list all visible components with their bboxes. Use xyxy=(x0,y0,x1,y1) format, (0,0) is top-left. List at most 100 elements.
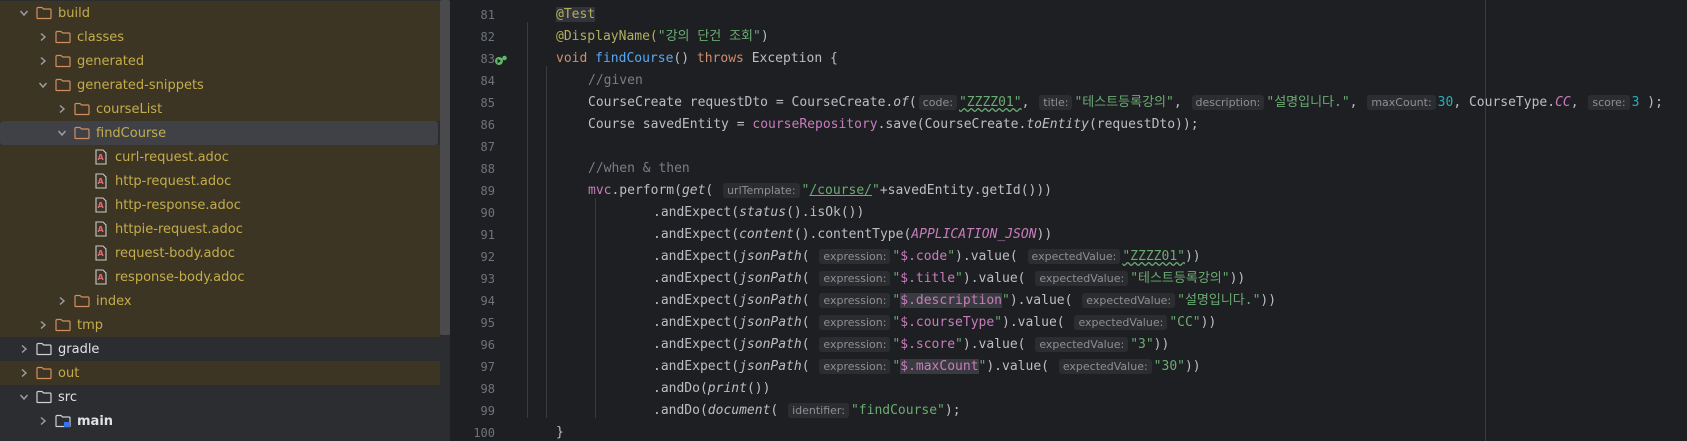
tree-item-label: index xyxy=(96,293,132,309)
code-text: ( xyxy=(705,183,722,198)
annotation: @Test xyxy=(556,7,596,22)
chevron-down-icon[interactable] xyxy=(16,389,32,405)
asciidoc-file-icon: A xyxy=(93,197,109,213)
code-text: ).value( xyxy=(955,249,1026,264)
code-line-82[interactable]: @DisplayName("강의 단건 조회") xyxy=(556,26,769,48)
chevron-right-icon[interactable] xyxy=(35,29,51,45)
code-text: , xyxy=(1173,95,1190,110)
svg-text:A: A xyxy=(98,249,105,258)
tree-item-label: generated-snippets xyxy=(77,77,204,93)
excluded-folder-icon xyxy=(55,29,71,45)
indent-guide xyxy=(546,66,547,418)
static-method: jsonPath xyxy=(739,271,802,286)
code-text: .andExpect( xyxy=(653,271,740,286)
code-text: ).value( xyxy=(1002,315,1073,330)
code-line-85[interactable]: CourseCreate requestDto = CourseCreate.o… xyxy=(588,92,1663,114)
tree-item-label: request-body.adoc xyxy=(115,245,235,261)
code-text: ().contentType( xyxy=(793,227,912,242)
line-number: 95 xyxy=(480,316,495,330)
tree-file-item[interactable]: Ahttpie-request.adoc xyxy=(0,217,440,241)
chevron-right-icon[interactable] xyxy=(35,317,51,333)
code-line-90[interactable]: .andExpect(status().isOk()) xyxy=(653,202,864,224)
field-reference: courseRepository xyxy=(752,117,878,132)
tree-folder-item[interactable]: findCourse xyxy=(0,121,438,145)
chevron-right-icon[interactable] xyxy=(54,293,70,309)
tree-folder-item[interactable]: out xyxy=(0,361,440,385)
code-text: )) xyxy=(1184,359,1201,374)
chevron-right-icon[interactable] xyxy=(16,341,32,357)
code-editor[interactable]: 81 82 83 84 85 86 87 88 89 90 91 92 93 94 95 96 97 98 99 10… xyxy=(450,0,1687,441)
code-text: .andDo( xyxy=(653,381,708,396)
excluded-folder-icon xyxy=(55,53,71,69)
code-text: )) xyxy=(1229,271,1246,286)
json-path: $.title xyxy=(900,271,956,286)
tree-file-item[interactable]: Aresponse-body.adoc xyxy=(0,265,440,289)
static-method: jsonPath xyxy=(739,249,802,264)
chevron-right-icon[interactable] xyxy=(35,413,51,429)
chevron-right-icon[interactable] xyxy=(54,101,70,117)
code-line-96[interactable]: .andExpect(jsonPath( expression: "$.score… xyxy=(653,334,1169,356)
tree-folder-item[interactable]: gradle xyxy=(0,337,440,361)
code-line-89[interactable]: mvc.perform(get( urlTemplate: "/course/"+… xyxy=(588,180,1052,202)
code-line-83[interactable]: void findCourse() throws Exception { xyxy=(556,48,838,70)
line-number: 86 xyxy=(480,118,495,132)
tree-folder-item[interactable]: generated-snippets xyxy=(0,73,440,97)
static-method: get xyxy=(681,183,706,198)
param-hint: expectedValue: xyxy=(1058,359,1152,374)
tree-file-item[interactable]: Ahttp-request.adoc xyxy=(0,169,440,193)
line-number: 92 xyxy=(480,250,495,264)
code-line-88[interactable]: //when & then xyxy=(588,158,690,180)
code-text: )) xyxy=(1153,337,1170,352)
field-reference: mvc xyxy=(588,183,612,198)
tree-folder-item[interactable]: tmp xyxy=(0,313,440,337)
run-test-gutter-icon[interactable] xyxy=(494,55,508,67)
code-line-98[interactable]: .andDo(print()) xyxy=(653,378,770,400)
string-literal: "설명입니다." xyxy=(1177,293,1261,308)
tree-file-item[interactable]: Arequest-body.adoc xyxy=(0,241,440,265)
tree-folder-item[interactable]: build xyxy=(0,1,440,25)
code-line-95[interactable]: .andExpect(jsonPath( expression: "$.cours… xyxy=(653,312,1216,334)
code-text: Course savedEntity = xyxy=(588,117,753,132)
static-method: status xyxy=(739,205,787,220)
param-hint: title: xyxy=(1039,95,1073,110)
code-line-81[interactable]: @Test xyxy=(556,4,596,26)
right-margin-guide xyxy=(1485,0,1486,441)
code-text: )) xyxy=(1036,227,1053,242)
code-line-91[interactable]: .andExpect(content().contentType(APPLICA… xyxy=(653,224,1052,246)
tree-item-label: gradle xyxy=(58,341,100,357)
tree-folder-item[interactable]: generated xyxy=(0,49,440,73)
code-line-84[interactable]: //given xyxy=(588,70,643,92)
excluded-folder-icon xyxy=(55,317,71,333)
chevron-right-icon[interactable] xyxy=(16,365,32,381)
code-line-93[interactable]: .andExpect(jsonPath( expression: "$.title… xyxy=(653,268,1245,290)
tree-file-item[interactable]: Ahttp-response.adoc xyxy=(0,193,440,217)
tree-folder-item[interactable]: courseList xyxy=(0,97,440,121)
code-line-99[interactable]: .andDo(document( identifier: "findCourse"… xyxy=(653,400,961,422)
code-text: ().isOk()) xyxy=(786,205,865,220)
tree-folder-item[interactable]: index xyxy=(0,289,440,313)
tree-file-item[interactable]: Acurl-request.adoc xyxy=(0,145,440,169)
string-literal: "3" xyxy=(1130,337,1154,352)
chevron-down-icon[interactable] xyxy=(35,77,51,93)
chevron-right-icon[interactable] xyxy=(35,53,51,69)
code-line-92[interactable]: .andExpect(jsonPath( expression: "$.code "… xyxy=(653,246,1201,268)
code-text: .andExpect( xyxy=(653,337,740,352)
chevron-down-icon[interactable] xyxy=(16,5,32,21)
code-line-86[interactable]: Course savedEntity = courseRepository.sa… xyxy=(588,114,1199,136)
param-hint: expectedValue: xyxy=(1035,337,1129,352)
chevron-down-icon[interactable] xyxy=(54,125,70,141)
svg-text:A: A xyxy=(98,225,105,234)
code-line-97[interactable]: .andExpect(jsonPath( expression: "$.maxCo… xyxy=(653,356,1201,378)
tree-folder-item[interactable]: classes xyxy=(0,25,440,49)
tree-folder-item[interactable]: src xyxy=(0,385,440,409)
tree-item-label: courseList xyxy=(96,101,163,117)
code-line-94[interactable]: .andExpect(jsonPath( expression: "$.descr… xyxy=(653,290,1276,312)
tree-folder-item[interactable]: main xyxy=(0,409,440,433)
indent-guide xyxy=(527,22,528,418)
project-tree-scrollbar[interactable] xyxy=(440,0,450,335)
tree-item-label: out xyxy=(58,365,80,381)
asciidoc-file-icon: A xyxy=(93,245,109,261)
code-line-100[interactable]: } xyxy=(556,422,564,441)
svg-text:A: A xyxy=(98,153,105,162)
